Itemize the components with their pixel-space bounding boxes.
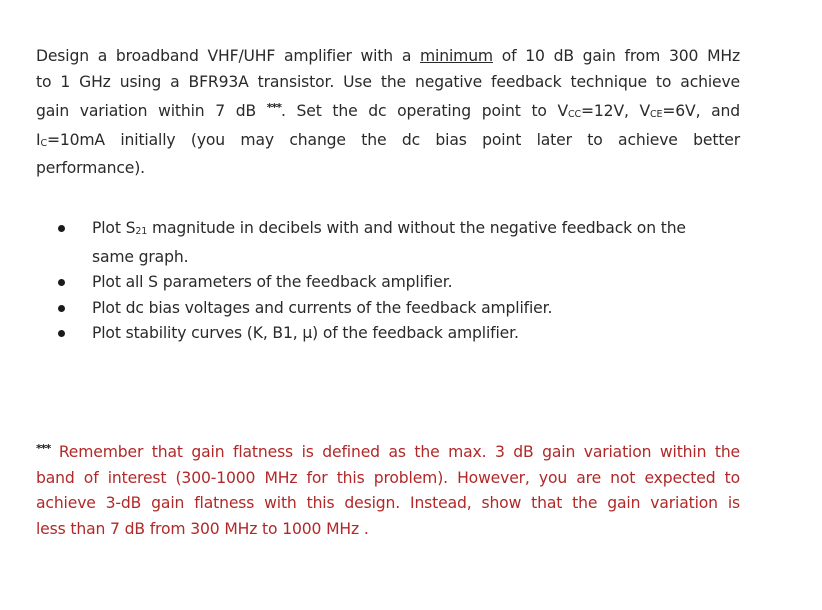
- footnote-line-1: *** Remember that gain flatness is defin…: [36, 436, 740, 466]
- task-item-s-parameters: Plot all S parameters of the feedback am…: [56, 270, 740, 296]
- bullet-icon: [58, 225, 65, 232]
- statement-line-4: IC=10mA initially (you may change the dc…: [36, 128, 740, 157]
- task-text: Plot all S parameters of the feedback am…: [92, 273, 453, 291]
- footnote-stars: ***: [266, 101, 282, 114]
- text-segment: . Set the dc operating point to V: [280, 102, 569, 120]
- bullet-icon: [58, 279, 65, 286]
- statement-line-2: to 1 GHz using a BFR93A transistor. Use …: [36, 72, 740, 91]
- text-segment: =10mA initially (you may change the dc b…: [46, 130, 740, 149]
- underlined-minimum: minimum: [420, 47, 493, 65]
- statement-line-3: gain variation within 7 dB ***. Set the …: [36, 95, 740, 128]
- text-segment: Design a broadband VHF/UHF amplifier wit…: [36, 47, 421, 65]
- footnote-line-3: achieve 3-dB gain flatness with this des…: [36, 494, 740, 512]
- bullet-icon: [58, 304, 65, 312]
- bullet-icon: [58, 330, 65, 337]
- footnote-line-2: band of interest (300-1000 MHz for this …: [36, 468, 740, 487]
- statement-line-1: Design a broadband VHF/UHF amplifier wit…: [36, 44, 740, 70]
- s21-subscript: 21: [135, 226, 148, 237]
- text-segment: of 10 dB gain from 300 MHz: [492, 47, 740, 65]
- task-item-dc-bias: Plot dc bias voltages and currents of th…: [56, 296, 740, 322]
- task-list: Plot S21 magnitude in decibels with and …: [56, 216, 740, 347]
- footnote-stars: ***: [36, 442, 51, 455]
- text-segment: magnitude in decibels with and without t…: [147, 219, 686, 237]
- task-item-s21: Plot S21 magnitude in decibels with and …: [56, 216, 740, 270]
- text-segment: same graph.: [92, 247, 189, 266]
- vcc-subscript: CC: [568, 109, 581, 120]
- footnote: *** Remember that gain flatness is defin…: [36, 436, 740, 542]
- task-text: Plot dc bias voltages and currents of th…: [92, 298, 553, 317]
- vce-value: =6V, and: [662, 102, 740, 120]
- problem-statement: Design a broadband VHF/UHF amplifier wit…: [36, 44, 740, 182]
- document-page: Design a broadband VHF/UHF amplifier wit…: [36, 44, 740, 538]
- text-segment: Remember that gain flatness is defined a…: [50, 443, 740, 461]
- text-segment: Plot S: [92, 219, 136, 237]
- footnote-line-4: less than 7 dB from 300 MHz to 1000 MHz …: [36, 519, 369, 538]
- task-item-stability: Plot stability curves (K, B1, μ) of the …: [56, 321, 740, 347]
- vce-subscript: CE: [650, 109, 663, 120]
- task-text: Plot stability curves (K, B1, μ) of the …: [92, 324, 519, 342]
- text-segment: gain variation within 7 dB: [36, 102, 267, 120]
- statement-line-5: performance).: [36, 159, 145, 177]
- vcc-value: =12V, V: [581, 102, 651, 120]
